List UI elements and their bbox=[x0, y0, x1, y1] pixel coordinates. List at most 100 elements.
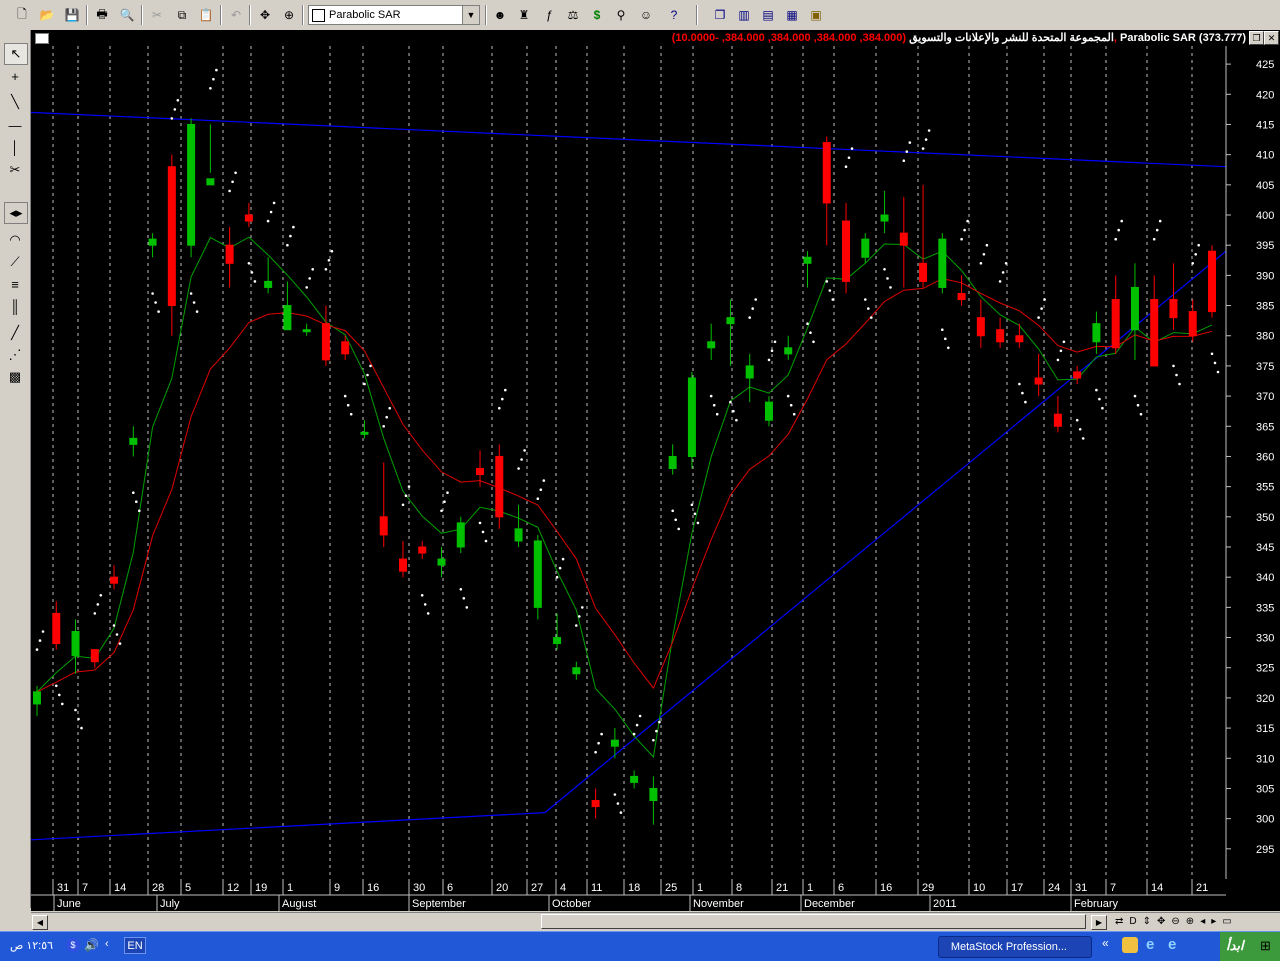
sar-dot bbox=[828, 289, 832, 292]
arrange-icon[interactable]: ▣ bbox=[806, 5, 826, 25]
scroll-thumb[interactable] bbox=[541, 914, 1086, 929]
move-icon[interactable]: ⇕ bbox=[1143, 916, 1151, 929]
pan-icon[interactable]: ✥ bbox=[1157, 916, 1165, 929]
help-icon[interactable]: ? bbox=[664, 5, 684, 25]
x-tick-label: 24 bbox=[1048, 882, 1060, 894]
grid-tool-icon[interactable]: ▩ bbox=[4, 367, 26, 387]
cascade-windows-icon[interactable]: ❐ bbox=[710, 5, 730, 25]
x-tick-label: 17 bbox=[1011, 882, 1023, 894]
sar-dot bbox=[1024, 400, 1027, 404]
binoculars-icon[interactable]: ⚲ bbox=[611, 5, 631, 25]
x-tick-label: 1 bbox=[807, 882, 813, 894]
sar-dot bbox=[154, 301, 157, 304]
cycle-lines-icon[interactable]: ║ bbox=[4, 296, 26, 316]
open-folder-icon[interactable]: 📂 bbox=[37, 5, 57, 25]
month-label: December bbox=[804, 898, 855, 910]
outlook-icon[interactable] bbox=[1122, 937, 1138, 953]
expand-icon[interactable]: ◂▸ bbox=[4, 202, 28, 224]
candle-body bbox=[745, 365, 754, 379]
scroll-right-arrow-icon[interactable]: ▶ bbox=[1091, 915, 1107, 930]
sar-dot bbox=[1155, 228, 1159, 232]
sar-dot bbox=[324, 268, 328, 271]
pointer-icon[interactable]: ↖ bbox=[4, 43, 28, 65]
indicator-select[interactable]: Parabolic SAR ▼ bbox=[308, 5, 480, 25]
horizontal-scrollbar[interactable]: ◀ ▶ ⇄ D ⇕ ✥ ⊖ ⊕ ◂ ▸ ▭ bbox=[31, 912, 1280, 931]
tile-horizontal-icon[interactable]: ▤ bbox=[758, 5, 778, 25]
fan-tool-icon[interactable]: ⟋ bbox=[4, 252, 26, 272]
sar-dot bbox=[985, 243, 989, 247]
prev-icon[interactable]: ◂ bbox=[1200, 916, 1205, 929]
gann-fan-icon[interactable]: ⋰ bbox=[4, 345, 26, 365]
candle-body bbox=[764, 401, 773, 421]
sar-dot bbox=[349, 412, 353, 416]
explorer-icon[interactable]: ♜ bbox=[514, 5, 534, 25]
trendline-tool-icon[interactable]: ╲ bbox=[4, 92, 26, 112]
tile-grid-icon[interactable]: ▦ bbox=[782, 5, 802, 25]
cut-icon[interactable]: ✂ bbox=[147, 5, 167, 25]
quicklaunch-chevron-icon[interactable]: « bbox=[1102, 936, 1109, 950]
candle-body bbox=[610, 739, 619, 747]
undo-icon[interactable]: ↶ bbox=[226, 5, 246, 25]
crosshair-move-icon[interactable]: ✥ bbox=[255, 5, 275, 25]
scroll-left-arrow-icon[interactable]: ◀ bbox=[32, 915, 48, 930]
language-indicator[interactable]: EN bbox=[124, 937, 146, 954]
sar-dot bbox=[247, 262, 251, 265]
print-preview-icon[interactable]: 🔍 bbox=[117, 5, 137, 25]
periodicity-icon[interactable]: D bbox=[1129, 916, 1136, 929]
browser-icon[interactable]: e bbox=[1168, 936, 1176, 953]
y-tick-label: 300 bbox=[1256, 814, 1274, 826]
zoom-in-icon[interactable]: ⊕ bbox=[1186, 916, 1194, 929]
new-icon[interactable]: 🗋 bbox=[12, 5, 32, 25]
paste-icon[interactable]: 📋 bbox=[196, 5, 216, 25]
sar-dot bbox=[825, 280, 829, 283]
page-icon[interactable]: ▭ bbox=[1222, 916, 1231, 929]
candle-body bbox=[341, 341, 350, 355]
price-chart[interactable]: 2953003053103153203253303353403453503553… bbox=[31, 46, 1280, 911]
expert-advisor-icon[interactable]: ☻ bbox=[490, 5, 510, 25]
start-button[interactable]: ابدأ ⊞ bbox=[1220, 932, 1280, 961]
sar-dot bbox=[1059, 349, 1063, 353]
users-icon[interactable]: ☺ bbox=[636, 5, 656, 25]
candle-body bbox=[899, 232, 908, 246]
arc-tool-icon[interactable]: ◠ bbox=[4, 230, 26, 250]
retracement-tool-icon[interactable]: ≡ bbox=[4, 274, 26, 294]
horizontal-line-icon[interactable]: — bbox=[4, 115, 26, 135]
zoom-icon[interactable]: ⊕ bbox=[279, 5, 299, 25]
save-icon[interactable]: 💾 bbox=[62, 5, 82, 25]
volume-icon[interactable]: 🔊 bbox=[84, 938, 99, 952]
internet-explorer-icon[interactable]: e bbox=[1146, 936, 1154, 953]
next-icon[interactable]: ▸ bbox=[1211, 916, 1216, 929]
sar-dot bbox=[979, 262, 983, 265]
sar-dot bbox=[523, 449, 526, 452]
restore-window-button[interactable]: ❐ bbox=[1249, 31, 1264, 45]
line-tool-icon[interactable]: ╱ bbox=[4, 323, 26, 343]
scissors-icon[interactable]: ✂ bbox=[4, 160, 26, 180]
sar-dot bbox=[1117, 228, 1120, 232]
print-icon[interactable]: 🖶 bbox=[92, 5, 112, 25]
crosshair-icon[interactable]: + bbox=[4, 66, 26, 86]
sar-dot bbox=[792, 412, 796, 416]
network-icon[interactable]: $ bbox=[66, 938, 80, 952]
chevron-down-icon[interactable]: ▼ bbox=[462, 6, 479, 24]
candle-body bbox=[996, 329, 1005, 343]
sar-dot bbox=[311, 268, 315, 271]
sar-dot bbox=[655, 729, 658, 733]
candle-body bbox=[437, 558, 446, 566]
copy-icon[interactable]: ⧉ bbox=[172, 5, 192, 25]
system-tester-icon[interactable]: ⚖ bbox=[563, 5, 583, 25]
sar-dot bbox=[443, 500, 446, 504]
vertical-line-icon[interactable]: │ bbox=[4, 137, 26, 157]
sar-dot bbox=[1136, 403, 1140, 407]
zoom-out-icon[interactable]: ⊖ bbox=[1171, 916, 1179, 929]
close-window-button[interactable]: ✕ bbox=[1264, 31, 1279, 45]
y-tick-label: 410 bbox=[1256, 150, 1274, 162]
y-tick-label: 405 bbox=[1256, 180, 1274, 192]
tray-expand-icon[interactable]: ‹ bbox=[105, 938, 109, 950]
dollar-icon[interactable]: $ bbox=[587, 5, 607, 25]
formula-icon[interactable]: ƒ bbox=[539, 5, 559, 25]
tile-vertical-icon[interactable]: ▥ bbox=[734, 5, 754, 25]
metastock-task-button[interactable]: MetaStock Profession... bbox=[938, 936, 1092, 958]
y-tick-label: 305 bbox=[1256, 783, 1274, 795]
x-tick-label: 19 bbox=[255, 882, 267, 894]
refresh-icon[interactable]: ⇄ bbox=[1115, 916, 1123, 929]
